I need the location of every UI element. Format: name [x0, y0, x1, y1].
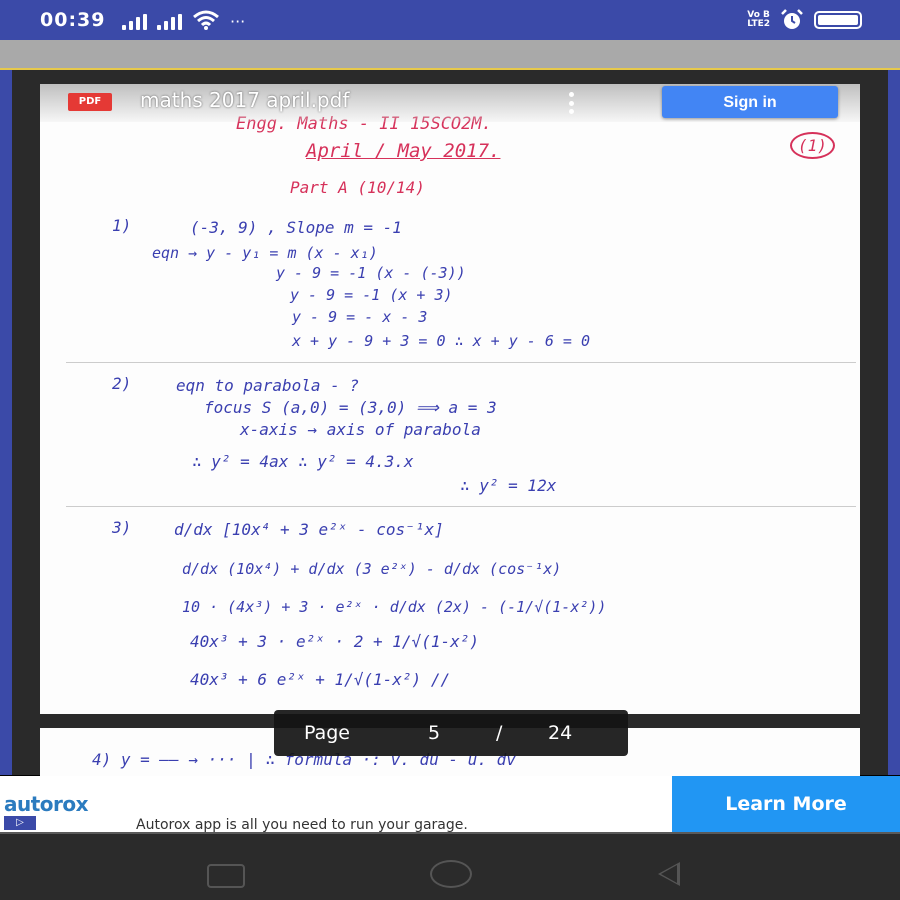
q1-line: y - 9 = -1 (x + 3)	[290, 286, 453, 304]
viewer-border-left	[0, 70, 12, 775]
battery-icon	[814, 11, 862, 29]
q2-line: eqn to parabola - ?	[176, 376, 360, 395]
status-icons-right: Vo B LTE2	[747, 8, 862, 32]
q1-line: y - 9 = - x - 3	[292, 308, 428, 326]
alarm-icon	[781, 9, 803, 29]
q1-line: (-3, 9) , Slope m = -1	[190, 218, 402, 237]
pdf-file-icon: PDF	[68, 93, 112, 111]
q3-line: d/dx (10x⁴) + d/dx (3 e²ˣ) - d/dx (cos⁻¹…	[182, 560, 562, 578]
status-icons-left: ···	[122, 10, 245, 30]
sign-in-button[interactable]: Sign in	[662, 86, 838, 118]
q3-line: 40x³ + 3 · e²ˣ · 2 + 1/√(1-x²)	[190, 632, 479, 651]
document-title: maths 2017 april.pdf	[140, 88, 350, 112]
back-icon-inner	[661, 865, 677, 883]
page-indicator-current: 5	[428, 722, 441, 744]
page-indicator-total: 24	[548, 722, 573, 744]
clock: 00:39	[40, 9, 106, 31]
recent-apps-icon[interactable]	[207, 864, 245, 888]
status-bar: 00:39 ··· Vo B LTE2	[0, 0, 900, 40]
viewer-border-right	[888, 70, 900, 775]
volte-icon: Vo B LTE2	[747, 11, 770, 29]
page-indicator-separator: /	[496, 722, 503, 744]
q3-line: 10 · (4x³) + 3 · e²ˣ · d/dx (2x) - (-1/√…	[182, 598, 607, 616]
signal-icon	[122, 14, 147, 30]
learn-more-button[interactable]: Learn More	[672, 776, 900, 834]
page-header-session: April / May 2017.	[306, 140, 501, 162]
q1-number: 1)	[112, 216, 132, 235]
q2-line: x-axis → axis of parabola	[240, 420, 481, 439]
overflow-menu-icon[interactable]	[566, 92, 576, 114]
q3-number: 3)	[112, 518, 132, 537]
page-indicator-label: Page	[304, 722, 350, 744]
play-store-icon: ▷	[4, 816, 36, 830]
ad-banner[interactable]: autorox ▷ Autorox app is all you need to…	[0, 776, 900, 834]
more-notifications-icon: ···	[230, 12, 246, 31]
q1-line: x + y - 9 + 3 = 0 ∴ x + y - 6 = 0	[292, 332, 591, 350]
page-number-mark: (1)	[790, 132, 835, 159]
ad-brand-logo: autorox	[4, 792, 89, 816]
divider	[66, 506, 856, 507]
q2-number: 2)	[112, 374, 132, 393]
app-toolbar	[0, 40, 900, 70]
ad-tagline: Autorox app is all you need to run your …	[136, 817, 468, 833]
pdf-page[interactable]: Engg. Maths - II 15SCO2M. April / May 20…	[40, 84, 860, 714]
q1-line: y - 9 = -1 (x - (-3))	[276, 264, 466, 282]
q2-line: focus S (a,0) = (3,0) ⟹ a = 3	[204, 398, 497, 417]
q3-line: 40x³ + 6 e²ˣ + 1/√(1-x²) //	[190, 670, 451, 689]
part-label: Part A (10/14)	[290, 178, 425, 197]
signal-icon-sim2	[157, 14, 182, 30]
volte-bottom: LTE2	[747, 19, 770, 29]
page-indicator: Page 5 / 24	[274, 710, 628, 756]
q2-line: ∴ y² = 12x	[460, 476, 557, 495]
q3-line: d/dx [10x⁴ + 3 e²ˣ - cos⁻¹x]	[174, 520, 444, 539]
wifi-icon	[193, 10, 219, 30]
q1-line: eqn → y - y₁ = m (x - x₁)	[152, 244, 378, 262]
divider	[66, 362, 856, 363]
q2-line: ∴ y² = 4ax ∴ y² = 4.3.x	[192, 452, 414, 471]
home-icon[interactable]	[430, 860, 472, 888]
